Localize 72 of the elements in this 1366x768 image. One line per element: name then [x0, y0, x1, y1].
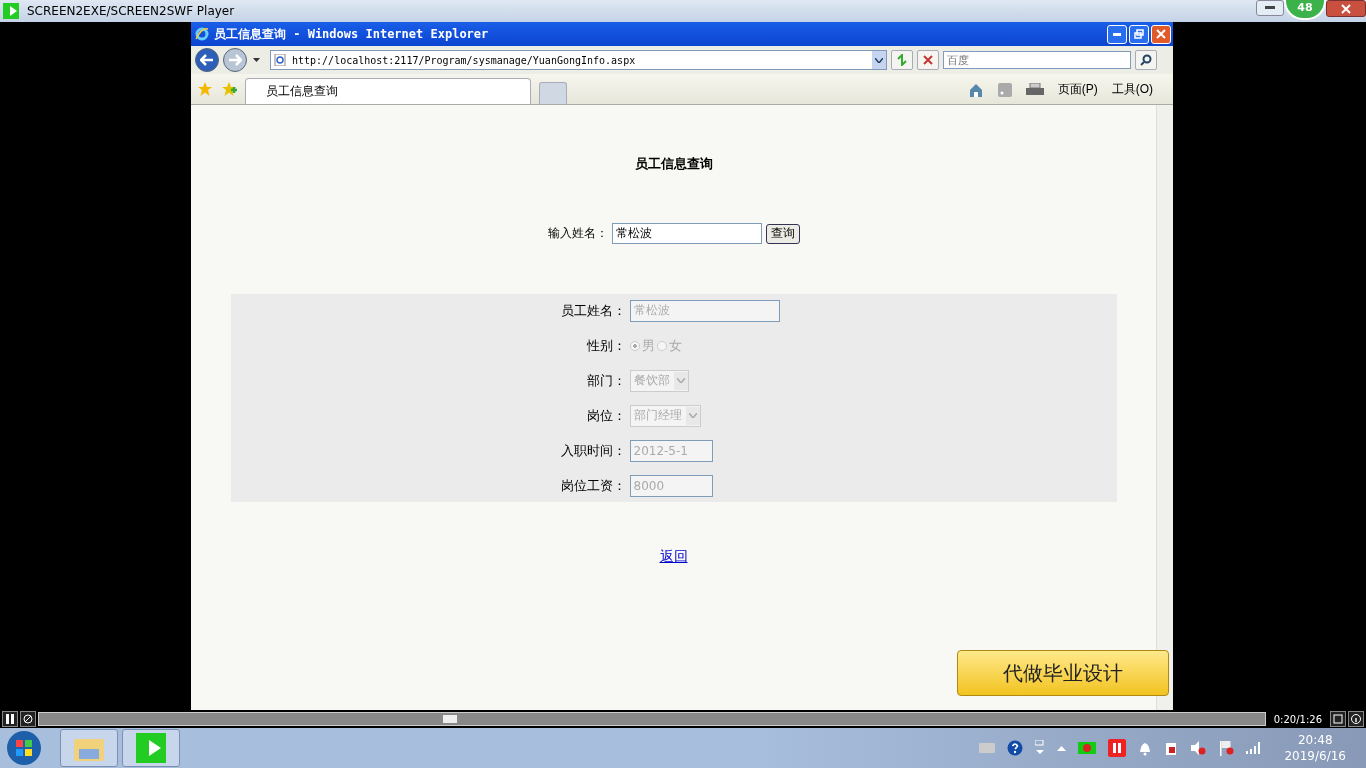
mute-button[interactable] — [20, 711, 36, 727]
info-button[interactable] — [1348, 711, 1364, 727]
close-button[interactable] — [1326, 0, 1366, 17]
refresh-button[interactable] — [891, 50, 913, 70]
restore-button[interactable] — [1129, 24, 1149, 44]
slashed-circle-icon — [23, 714, 33, 724]
printer-icon[interactable] — [1025, 82, 1044, 97]
back-button[interactable] — [195, 48, 219, 72]
forward-button[interactable] — [223, 48, 247, 72]
right-arrow-icon — [228, 54, 242, 66]
search-field[interactable]: 百度 — [943, 51, 1131, 69]
pause-button[interactable] — [2, 711, 18, 727]
muted-speaker-icon[interactable] — [1190, 740, 1207, 756]
window-title: 员工信息查询 - Windows Internet Explorer — [214, 25, 489, 43]
restore-icon — [1134, 29, 1144, 39]
clock[interactable]: 20:48 2019/6/16 — [1284, 733, 1346, 763]
caret-icon — [676, 378, 685, 383]
info-icon — [1351, 714, 1361, 724]
fullscreen-button[interactable] — [1330, 711, 1346, 727]
clock-time: 20:48 — [1297, 733, 1333, 747]
back-link[interactable]: 返回 — [659, 548, 688, 566]
field-label: 岗位工资： — [559, 476, 626, 495]
stop-button[interactable] — [917, 50, 939, 70]
playback-time: 0:20/1:26 — [1272, 713, 1323, 725]
field-label: 输入姓名： — [547, 225, 608, 242]
signal-icon[interactable] — [1246, 742, 1263, 754]
player-taskbar-button[interactable] — [122, 729, 180, 767]
caret-icon — [688, 413, 697, 418]
counter-badge: 48 — [1284, 0, 1326, 20]
clock-date: 2019/6/16 — [1284, 749, 1346, 763]
bell-icon[interactable] — [1138, 740, 1153, 756]
help-icon[interactable] — [1007, 740, 1024, 756]
minimize-icon — [1265, 6, 1275, 10]
window-title: SCREEN2EXE/SCREEN2SWF Player — [27, 4, 235, 18]
flag-icon[interactable] — [1218, 740, 1235, 756]
minimize-button[interactable] — [1256, 0, 1284, 16]
caret-icon[interactable] — [875, 57, 883, 63]
browser-tab[interactable]: 员工信息查询 — [245, 78, 531, 104]
app-icon[interactable] — [1108, 739, 1127, 757]
refresh-icon — [896, 54, 908, 66]
left-arrow-icon — [200, 54, 214, 66]
name-field[interactable]: 常松波 — [611, 223, 762, 244]
query-button[interactable]: 查询 — [765, 223, 800, 244]
minimize-icon — [1113, 32, 1121, 36]
menu-button[interactable]: 工具(O) — [1111, 81, 1153, 98]
field-label: 岗位： — [585, 406, 626, 425]
callout-banner: 代做毕业设计 — [957, 650, 1169, 696]
close-icon — [923, 55, 933, 65]
home-icon[interactable] — [967, 81, 984, 98]
field-label: 部门： — [585, 371, 626, 390]
browser-icon — [195, 27, 209, 41]
page-icon — [274, 54, 286, 66]
pause-icon — [6, 714, 14, 724]
search-icon — [1140, 54, 1152, 66]
play-icon — [3, 3, 19, 19]
search-button[interactable] — [1135, 50, 1157, 70]
seek-thumb[interactable] — [443, 715, 458, 723]
address-field[interactable]: http://localhost:2117/Program/sysmanage/YuanGongInfo.aspx — [270, 50, 887, 70]
field-label: 员工姓名： — [559, 301, 626, 320]
start-button[interactable] — [6, 730, 42, 766]
scrollbar[interactable] — [1156, 105, 1173, 710]
close-icon — [1341, 3, 1351, 14]
star-icon[interactable] — [197, 81, 213, 97]
menu-button[interactable]: 页面(P) — [1057, 81, 1098, 98]
field-label: 入职时间： — [559, 441, 626, 460]
close-icon — [1156, 29, 1166, 39]
add-star-icon[interactable] — [221, 81, 237, 97]
page-heading: 员工信息查询 — [634, 155, 713, 173]
caret-icon[interactable] — [253, 58, 260, 62]
field-label: 性别： — [585, 336, 626, 355]
play-icon — [136, 733, 166, 763]
square-icon — [1333, 714, 1343, 724]
